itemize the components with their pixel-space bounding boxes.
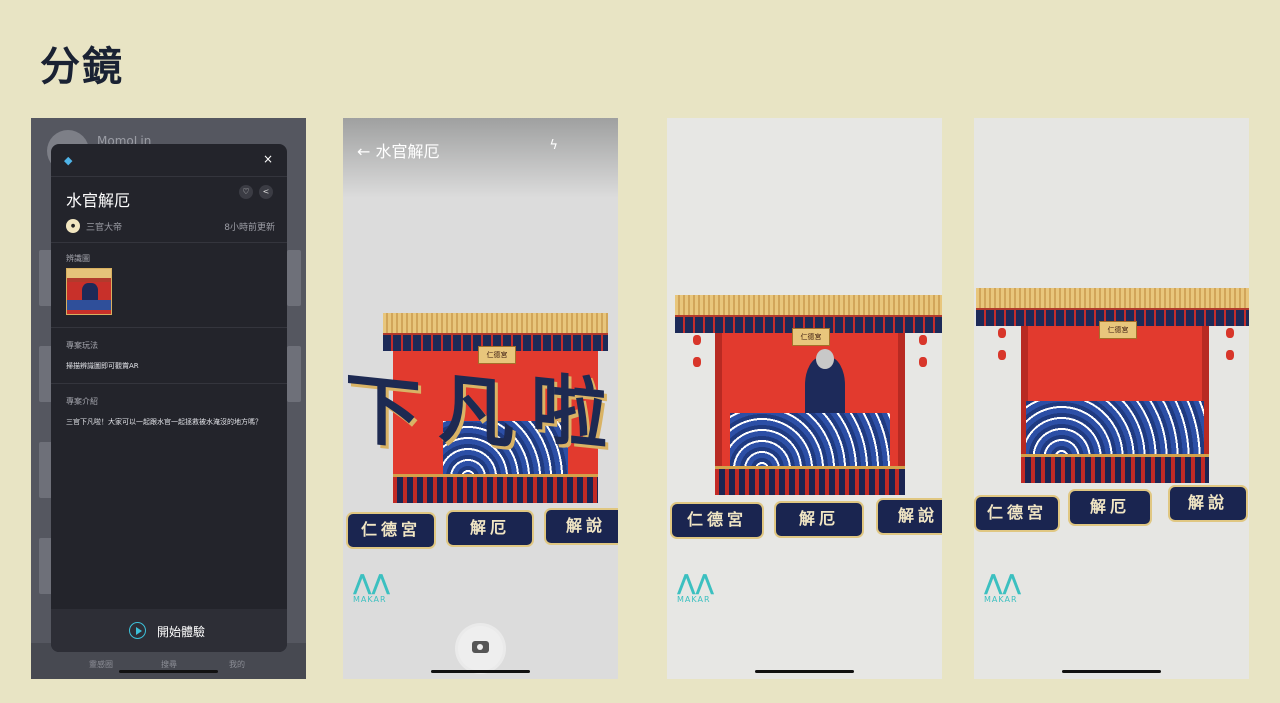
list-item-thumbnail — [287, 250, 301, 306]
tile-shrine-button[interactable]: 仁德宮 — [670, 502, 764, 539]
screenshot-ar-intro: ← 水官解厄 ϟ 仁德宮 下 凡 啦 仁德宮 解厄 解說 ⋀⋀ MAKAR — [343, 118, 618, 679]
lantern-icon — [998, 328, 1006, 338]
share-button[interactable]: < — [259, 185, 273, 199]
ar-shrine: 仁德宮 — [976, 288, 1249, 483]
tile-relief-button[interactable]: 解厄 — [1068, 489, 1152, 526]
tile-relief-button[interactable]: 解厄 — [774, 501, 864, 538]
gameplay-text: 掃描辨識圖即可觀賞AR — [66, 362, 139, 370]
marker-figure — [82, 283, 98, 301]
nav-item-profile[interactable]: 我的 — [229, 659, 245, 670]
play-icon — [129, 622, 146, 639]
makar-brand: MAKAR — [984, 595, 1018, 604]
divider — [51, 176, 287, 177]
lantern-icon — [1226, 328, 1234, 338]
home-indicator — [431, 670, 530, 673]
divider — [51, 242, 287, 243]
marker-image[interactable] — [66, 268, 112, 315]
intro-text: 三官下凡啦！大家可以一起跟水官一起拯救被水淹沒的地方嗎？ — [66, 418, 262, 426]
camera-capture-button[interactable] — [458, 626, 503, 671]
tile-explain-button[interactable]: 解說 — [876, 498, 942, 535]
start-experience-button[interactable]: 開始體驗 — [51, 609, 287, 652]
shrine-railing — [715, 466, 905, 495]
favorite-button[interactable]: ♡ — [239, 185, 253, 199]
tile-explain-button[interactable]: 解說 — [1168, 485, 1248, 522]
updated-time: 8小時前更新 — [224, 223, 275, 233]
shrine-railing — [393, 474, 598, 503]
start-experience-label: 開始體驗 — [157, 625, 206, 639]
screenshot-ar-water-god: 仁德宮 仁德宮 解厄 解說 ⋀⋀ MAKAR — [667, 118, 942, 679]
ar-title-char: 下 — [345, 363, 421, 460]
tile-shrine-button[interactable]: 仁德宮 — [974, 495, 1060, 532]
tile-shrine-button[interactable]: 仁德宮 — [346, 512, 436, 549]
makar-logo-icon: ⋀⋀ — [984, 571, 1022, 596]
shrine-roof — [675, 295, 942, 319]
lantern-icon — [693, 335, 701, 345]
creator-logo-icon: ● — [66, 219, 80, 233]
makar-brand: MAKAR — [677, 595, 711, 604]
nav-item-search[interactable]: 搜尋 — [161, 659, 177, 670]
back-button[interactable]: ← 水官解厄 — [357, 138, 440, 162]
ar-title-char: 凡 — [438, 363, 514, 460]
ar-shrine: 仁德宮 — [675, 295, 942, 495]
makar-watermark: ⋀⋀ MAKAR — [677, 571, 715, 605]
list-item-thumbnail — [287, 346, 301, 402]
gameplay-label: 專案玩法 — [66, 341, 98, 350]
shrine-waves — [730, 413, 890, 469]
lantern-icon — [1226, 350, 1234, 360]
marker-roof — [67, 269, 111, 282]
tile-relief-button[interactable]: 解厄 — [446, 510, 534, 547]
shrine-pillar — [715, 333, 722, 469]
shrine-roof — [976, 288, 1249, 312]
ar-title-char: 啦 — [531, 363, 607, 460]
home-indicator — [1062, 670, 1161, 673]
makar-logo-icon: ⋀⋀ — [353, 571, 391, 596]
shrine-pillar — [898, 333, 905, 469]
close-button[interactable]: × — [263, 152, 273, 166]
ar-title-text: 下 凡 啦 — [343, 350, 618, 460]
project-modal: ◆ × 水官解厄 ♡ < ● 三官大帝 8小時前更新 辨識圖 專案玩法 掃描辨識… — [51, 144, 287, 652]
shrine-roof — [383, 313, 608, 337]
creator-name: 三官大帝 — [86, 223, 123, 233]
home-indicator — [119, 670, 218, 673]
lantern-icon — [919, 357, 927, 367]
shrine-plaque: 仁德宮 — [792, 328, 830, 346]
makar-logo-icon: ◆ — [64, 154, 73, 167]
makar-watermark: ⋀⋀ MAKAR — [984, 571, 1022, 605]
shrine-plaque: 仁德宮 — [1099, 321, 1137, 339]
home-indicator — [755, 670, 854, 673]
project-title: 水官解厄 — [66, 191, 131, 210]
shrine-railing — [1021, 454, 1209, 483]
nav-item-inspiration[interactable]: 靈感圈 — [89, 659, 113, 670]
screenshot-ar-flood: 仁德宮 仁德宮 解厄 解說 ⋀⋀ MAKAR — [974, 118, 1249, 679]
intro-label: 專案介紹 — [66, 397, 98, 406]
makar-logo-icon: ⋀⋀ — [677, 571, 715, 596]
water-god-head — [816, 349, 834, 369]
lantern-icon — [919, 335, 927, 345]
lantern-icon — [998, 350, 1006, 360]
flash-off-icon[interactable]: ϟ — [549, 138, 558, 153]
screenshot-project-detail: MomoLin 靈感圈 搜尋 我的 ◆ × 水官解厄 ♡ < ● 三官大帝 8小… — [31, 118, 306, 679]
tile-explain-button[interactable]: 解說 — [544, 508, 618, 545]
divider — [51, 383, 287, 384]
makar-watermark: ⋀⋀ MAKAR — [353, 571, 391, 605]
lantern-icon — [693, 357, 701, 367]
marker-label: 辨識圖 — [66, 254, 90, 263]
divider — [51, 327, 287, 328]
makar-brand: MAKAR — [353, 595, 387, 604]
page-title: 分鏡 — [40, 44, 124, 90]
marker-waves — [67, 300, 111, 310]
shrine-waves — [1026, 401, 1204, 457]
